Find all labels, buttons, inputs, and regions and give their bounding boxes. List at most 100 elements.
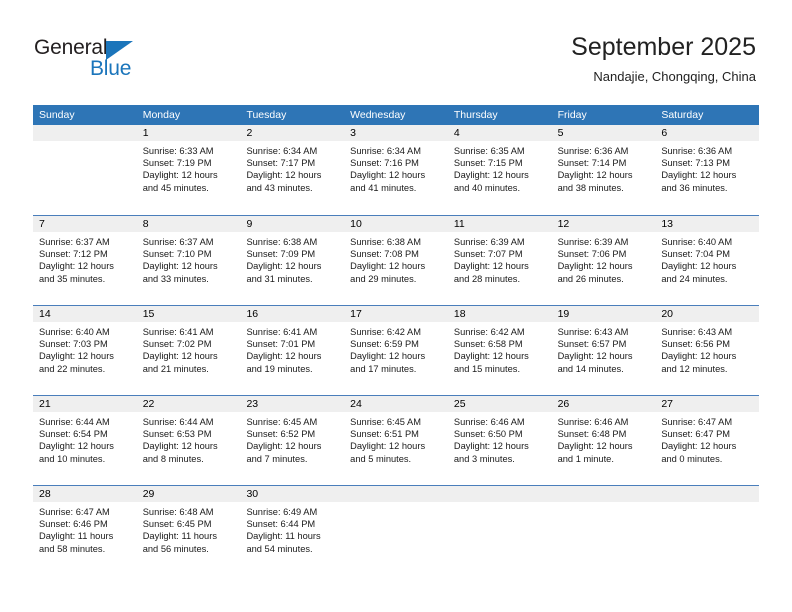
day-number: 16 (240, 306, 345, 322)
day-cell[interactable] (344, 486, 448, 575)
sunset-text: Sunset: 6:52 PM (246, 429, 316, 440)
week-row: 28 Sunrise: 6:47 AM Sunset: 6:46 PM Dayl… (33, 485, 760, 575)
day-cell[interactable]: 3 Sunrise: 6:34 AM Sunset: 7:16 PM Dayli… (344, 125, 448, 215)
daylight-text-line2: and 22 minutes. (39, 363, 106, 374)
day-cell[interactable]: 11 Sunrise: 6:39 AM Sunset: 7:07 PM Dayl… (447, 216, 552, 305)
day-details: Sunrise: 6:35 AM Sunset: 7:15 PM Dayligh… (448, 141, 552, 194)
day-cell[interactable]: 22 Sunrise: 6:44 AM Sunset: 6:53 PM Dayl… (136, 396, 241, 485)
day-cell[interactable] (551, 486, 656, 575)
day-cell[interactable]: 12 Sunrise: 6:39 AM Sunset: 7:06 PM Dayl… (551, 216, 656, 305)
day-cell[interactable]: 9 Sunrise: 6:38 AM Sunset: 7:09 PM Dayli… (240, 216, 345, 305)
daylight-text-line1: Daylight: 12 hours (661, 441, 737, 452)
day-cell[interactable]: 2 Sunrise: 6:34 AM Sunset: 7:17 PM Dayli… (240, 125, 345, 215)
day-cell[interactable] (655, 486, 760, 575)
day-number (551, 486, 656, 502)
day-details: Sunrise: 6:42 AM Sunset: 6:59 PM Dayligh… (344, 322, 448, 375)
day-details (552, 502, 656, 506)
sunset-text: Sunset: 7:03 PM (39, 339, 108, 350)
daylight-text-line2: and 14 minutes. (557, 363, 624, 374)
day-details (655, 502, 759, 506)
day-details (33, 141, 137, 145)
day-cell[interactable]: 13 Sunrise: 6:40 AM Sunset: 7:04 PM Dayl… (655, 216, 760, 305)
day-cell[interactable]: 27 Sunrise: 6:47 AM Sunset: 6:47 PM Dayl… (655, 396, 760, 485)
day-cell[interactable]: 5 Sunrise: 6:36 AM Sunset: 7:14 PM Dayli… (551, 125, 656, 215)
weekday-header-wednesday: Wednesday (350, 109, 406, 121)
daylight-text-line1: Daylight: 12 hours (142, 441, 218, 452)
day-cell[interactable]: 6 Sunrise: 6:36 AM Sunset: 7:13 PM Dayli… (655, 125, 760, 215)
day-cell[interactable]: 10 Sunrise: 6:38 AM Sunset: 7:08 PM Dayl… (344, 216, 448, 305)
daylight-text-line2: and 28 minutes. (453, 273, 521, 284)
day-cell[interactable]: 28 Sunrise: 6:47 AM Sunset: 6:46 PM Dayl… (33, 486, 137, 575)
day-details (344, 502, 448, 506)
day-details: Sunrise: 6:48 AM Sunset: 6:45 PM Dayligh… (137, 502, 241, 555)
day-cell[interactable]: 29 Sunrise: 6:48 AM Sunset: 6:45 PM Dayl… (136, 486, 241, 575)
day-cell[interactable]: 21 Sunrise: 6:44 AM Sunset: 6:54 PM Dayl… (33, 396, 137, 485)
day-number: 28 (33, 486, 137, 502)
daylight-text-line1: Daylight: 12 hours (453, 351, 529, 362)
daylight-text-line1: Daylight: 12 hours (142, 170, 218, 181)
sunset-text: Sunset: 6:50 PM (453, 429, 523, 440)
sunset-text: Sunset: 7:06 PM (557, 249, 627, 260)
day-details: Sunrise: 6:36 AM Sunset: 7:13 PM Dayligh… (655, 141, 759, 194)
day-cell[interactable]: 24 Sunrise: 6:45 AM Sunset: 6:51 PM Dayl… (344, 396, 448, 485)
daylight-text-line2: and 3 minutes. (453, 453, 515, 464)
sunset-text: Sunset: 6:59 PM (350, 339, 419, 350)
day-details: Sunrise: 6:36 AM Sunset: 7:14 PM Dayligh… (552, 141, 656, 194)
daylight-text-line1: Daylight: 12 hours (453, 170, 529, 181)
sunrise-text: Sunrise: 6:34 AM (350, 146, 421, 156)
sunrise-text: Sunrise: 6:36 AM (661, 146, 733, 156)
sunrise-text: Sunrise: 6:37 AM (39, 237, 110, 247)
day-cell[interactable] (33, 125, 137, 215)
day-details: Sunrise: 6:34 AM Sunset: 7:17 PM Dayligh… (240, 141, 344, 194)
day-number: 27 (655, 396, 760, 412)
sunset-text: Sunset: 7:02 PM (142, 339, 212, 350)
sunset-text: Sunset: 6:54 PM (39, 429, 108, 440)
day-details (448, 502, 552, 506)
day-details: Sunrise: 6:47 AM Sunset: 6:46 PM Dayligh… (33, 502, 137, 555)
day-cell[interactable]: 4 Sunrise: 6:35 AM Sunset: 7:15 PM Dayli… (447, 125, 552, 215)
day-cell[interactable]: 17 Sunrise: 6:42 AM Sunset: 6:59 PM Dayl… (344, 306, 448, 395)
day-details: Sunrise: 6:46 AM Sunset: 6:50 PM Dayligh… (448, 412, 552, 465)
day-cell[interactable]: 15 Sunrise: 6:41 AM Sunset: 7:02 PM Dayl… (136, 306, 241, 395)
day-number: 13 (655, 216, 760, 232)
day-cell[interactable]: 18 Sunrise: 6:42 AM Sunset: 6:58 PM Dayl… (447, 306, 552, 395)
weekday-header-thursday: Thursday (453, 109, 498, 121)
daylight-text-line2: and 40 minutes. (453, 182, 521, 193)
day-cell[interactable]: 8 Sunrise: 6:37 AM Sunset: 7:10 PM Dayli… (136, 216, 241, 305)
daylight-text-line2: and 26 minutes. (557, 273, 624, 284)
sunset-text: Sunset: 6:58 PM (453, 339, 523, 350)
daylight-text-line2: and 56 minutes. (142, 543, 209, 554)
day-cell[interactable]: 20 Sunrise: 6:43 AM Sunset: 6:56 PM Dayl… (655, 306, 760, 395)
daylight-text-line1: Daylight: 12 hours (350, 351, 426, 362)
sunrise-text: Sunrise: 6:43 AM (557, 327, 629, 337)
day-cell[interactable]: 19 Sunrise: 6:43 AM Sunset: 6:57 PM Dayl… (551, 306, 656, 395)
daylight-text-line1: Daylight: 12 hours (39, 351, 114, 362)
day-number: 14 (33, 306, 137, 322)
sunrise-text: Sunrise: 6:41 AM (142, 327, 214, 337)
sunrise-text: Sunrise: 6:39 AM (557, 237, 629, 247)
week-row: 21 Sunrise: 6:44 AM Sunset: 6:54 PM Dayl… (33, 395, 760, 485)
day-cell[interactable]: 7 Sunrise: 6:37 AM Sunset: 7:12 PM Dayli… (33, 216, 137, 305)
daylight-text-line1: Daylight: 12 hours (246, 351, 322, 362)
daylight-text-line2: and 36 minutes. (661, 182, 728, 193)
day-cell[interactable]: 14 Sunrise: 6:40 AM Sunset: 7:03 PM Dayl… (33, 306, 137, 395)
day-cell[interactable]: 25 Sunrise: 6:46 AM Sunset: 6:50 PM Dayl… (447, 396, 552, 485)
day-details: Sunrise: 6:40 AM Sunset: 7:03 PM Dayligh… (33, 322, 137, 375)
day-details: Sunrise: 6:41 AM Sunset: 7:02 PM Dayligh… (137, 322, 241, 375)
daylight-text-line2: and 19 minutes. (246, 363, 313, 374)
day-cell[interactable]: 26 Sunrise: 6:46 AM Sunset: 6:48 PM Dayl… (551, 396, 656, 485)
day-details: Sunrise: 6:38 AM Sunset: 7:09 PM Dayligh… (240, 232, 344, 285)
day-cell[interactable] (447, 486, 552, 575)
day-cell[interactable]: 1 Sunrise: 6:33 AM Sunset: 7:19 PM Dayli… (136, 125, 241, 215)
sunrise-text: Sunrise: 6:47 AM (661, 417, 733, 427)
daylight-text-line1: Daylight: 12 hours (39, 261, 114, 272)
day-cell[interactable]: 16 Sunrise: 6:41 AM Sunset: 7:01 PM Dayl… (240, 306, 345, 395)
sunset-text: Sunset: 6:44 PM (246, 519, 316, 530)
day-cell[interactable]: 23 Sunrise: 6:45 AM Sunset: 6:52 PM Dayl… (240, 396, 345, 485)
daylight-text-line1: Daylight: 12 hours (661, 261, 737, 272)
daylight-text-line1: Daylight: 12 hours (350, 261, 426, 272)
calendar-grid: Sunday Monday Tuesday Wednesday Thursday… (33, 105, 760, 575)
sunset-text: Sunset: 7:04 PM (661, 249, 731, 260)
day-cell[interactable]: 30 Sunrise: 6:49 AM Sunset: 6:44 PM Dayl… (240, 486, 345, 575)
sunrise-text: Sunrise: 6:39 AM (453, 237, 525, 247)
